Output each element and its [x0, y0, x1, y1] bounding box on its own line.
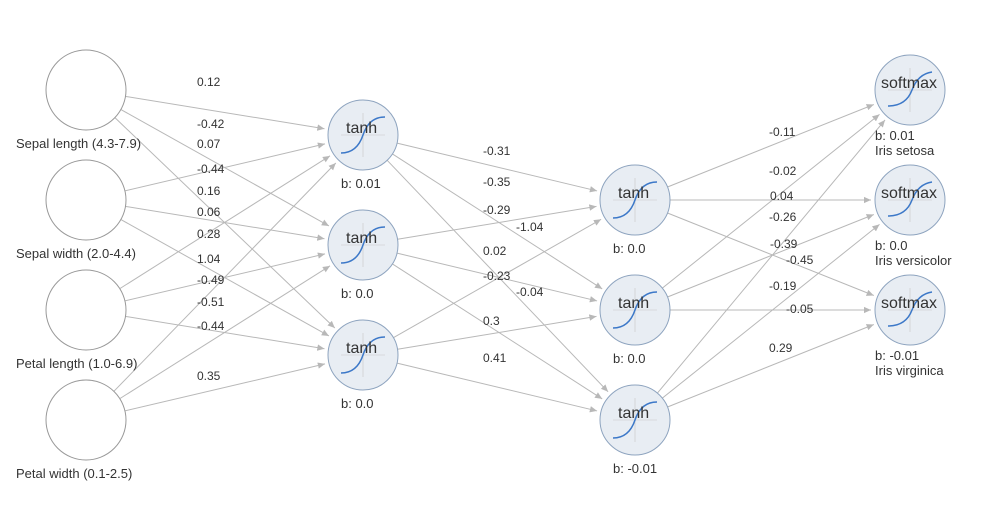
hidden2-node: tanh b: 0.0 — [600, 165, 670, 256]
weight-label: -0.05 — [786, 302, 814, 316]
activation-label: tanh — [346, 120, 377, 137]
weight-label: -0.26 — [769, 210, 797, 224]
edge — [114, 163, 336, 391]
output-node: softmax b: -0.01Iris virginica — [875, 275, 945, 378]
edge — [392, 264, 602, 399]
weight-label: 0.02 — [483, 244, 507, 258]
input-label: Sepal width (2.0-4.4) — [16, 246, 136, 261]
weight-label: 1.04 — [197, 252, 221, 266]
weight-label: 0.07 — [197, 137, 221, 151]
class-label: Iris versicolor — [875, 253, 952, 268]
activation-label: tanh — [618, 185, 649, 202]
bias-label: b: 0.0 — [613, 351, 646, 366]
bias-label: b: 0.0 — [875, 238, 908, 253]
output-node: softmax b: 0.01Iris setosa — [875, 55, 945, 158]
weight-label: -0.04 — [516, 285, 544, 299]
hidden2-node: tanh b: -0.01 — [600, 385, 670, 476]
edge — [125, 144, 325, 191]
input-node — [46, 50, 126, 130]
output-node: softmax b: 0.0Iris versicolor — [875, 165, 952, 268]
input-label: Petal length (1.0-6.9) — [16, 356, 137, 371]
weight-label: -0.44 — [197, 319, 225, 333]
input-node — [46, 270, 126, 350]
weight-label: -0.23 — [483, 269, 511, 283]
weight-label: -0.31 — [483, 144, 511, 158]
hidden2-node: tanh b: 0.0 — [600, 275, 670, 366]
edge — [120, 266, 330, 399]
weight-label: -0.11 — [769, 125, 796, 139]
weight-label: -0.29 — [483, 203, 511, 217]
weight-label: -0.35 — [483, 175, 511, 189]
weight-label: 0.16 — [197, 184, 221, 198]
edge — [125, 96, 324, 128]
hidden1-node: tanh b: 0.0 — [328, 210, 398, 301]
weight-label: -0.02 — [769, 164, 797, 178]
activation-label: tanh — [346, 340, 377, 357]
weight-label: -0.39 — [770, 237, 798, 251]
class-label: Iris setosa — [875, 143, 935, 158]
activation-label: tanh — [618, 405, 649, 422]
bias-label: b: 0.01 — [875, 128, 915, 143]
weight-label: -0.51 — [197, 295, 225, 309]
bias-label: b: 0.01 — [341, 176, 381, 191]
weight-label: 0.3 — [483, 314, 500, 328]
bias-label: b: 0.0 — [613, 241, 646, 256]
bias-label: b: 0.0 — [341, 286, 374, 301]
activation-label: softmax — [881, 295, 937, 312]
edge — [120, 156, 330, 289]
activation-label: softmax — [881, 185, 937, 202]
weight-label: -1.04 — [516, 220, 544, 234]
edge — [125, 364, 325, 411]
activation-label: tanh — [618, 295, 649, 312]
input-label: Sepal length (4.3-7.9) — [16, 136, 141, 151]
edge — [667, 324, 873, 407]
weight-label: 0.04 — [770, 189, 794, 203]
activation-label: tanh — [346, 230, 377, 247]
weight-label: -0.45 — [786, 253, 814, 267]
bias-label: b: 0.0 — [341, 396, 374, 411]
hidden1-node: tanh b: 0.0 — [328, 320, 398, 411]
weight-label: -0.44 — [197, 162, 225, 176]
weight-label: 0.06 — [197, 205, 221, 219]
bias-label: b: -0.01 — [613, 461, 657, 476]
activation-label: softmax — [881, 75, 937, 92]
bias-label: b: -0.01 — [875, 348, 919, 363]
weight-label: 0.29 — [769, 341, 793, 355]
weight-label: 0.12 — [197, 75, 221, 89]
class-label: Iris virginica — [875, 363, 944, 378]
weight-label: -0.49 — [197, 273, 225, 287]
weight-label: 0.28 — [197, 227, 221, 241]
edge — [397, 363, 597, 411]
hidden1-node: tanh b: 0.01 — [328, 100, 398, 191]
weight-label: -0.19 — [769, 279, 797, 293]
input-label: Petal width (0.1-2.5) — [16, 466, 132, 481]
input-node — [46, 160, 126, 240]
weight-label: 0.35 — [197, 369, 221, 383]
input-node — [46, 380, 126, 460]
weight-label: -0.42 — [197, 117, 225, 131]
weight-label: 0.41 — [483, 351, 507, 365]
